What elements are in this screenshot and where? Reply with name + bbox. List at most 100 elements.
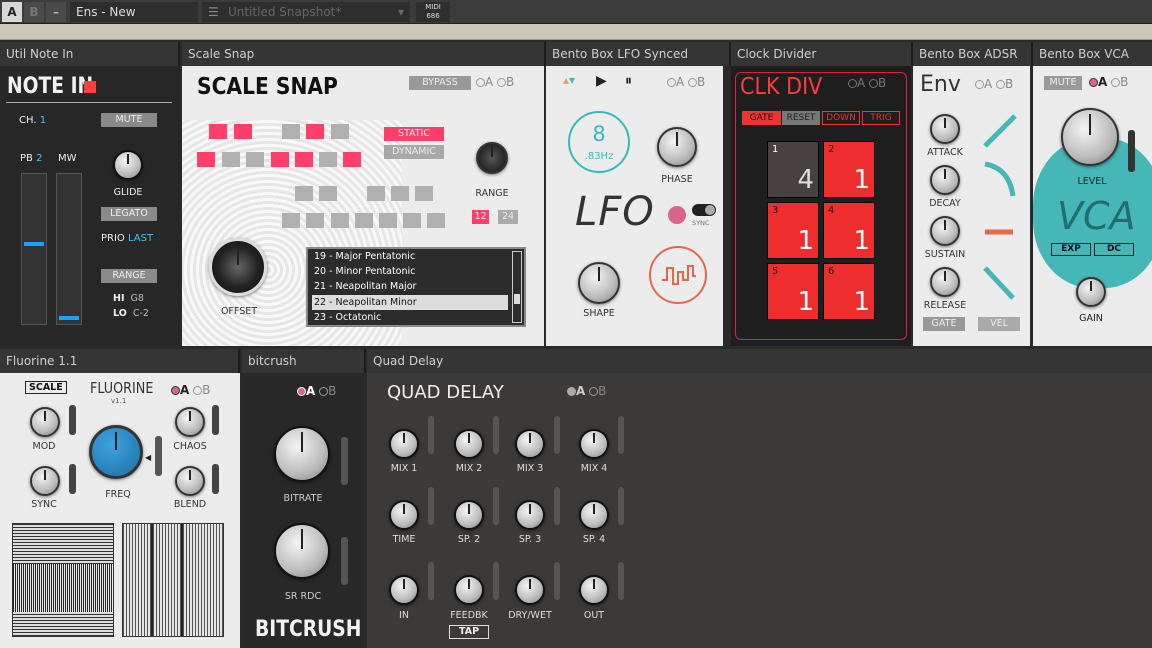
snapshot-a-button[interactable]: A bbox=[2, 2, 22, 22]
lo-field[interactable]: LO C-2 bbox=[113, 308, 149, 319]
scale-key[interactable] bbox=[355, 213, 373, 228]
list-item-selected[interactable]: 22 - Neapolitan Minor bbox=[312, 294, 508, 310]
list-item[interactable]: 20 - Minor Pentatonic bbox=[312, 264, 508, 279]
gate-button[interactable]: GATE bbox=[923, 317, 965, 331]
sync-toggle-thumb[interactable] bbox=[705, 205, 715, 215]
time-knob[interactable] bbox=[389, 500, 419, 530]
scale-key[interactable] bbox=[295, 186, 313, 201]
scale-key[interactable] bbox=[295, 152, 313, 167]
feedback-knob[interactable] bbox=[454, 575, 484, 605]
scale-key[interactable] bbox=[209, 124, 227, 139]
division-cell[interactable]: 31 bbox=[767, 202, 819, 259]
division-cell[interactable]: 14 bbox=[767, 141, 819, 198]
header-bitcrush[interactable]: bitcrush bbox=[242, 349, 366, 373]
scale-key[interactable] bbox=[222, 152, 240, 167]
scale-key[interactable] bbox=[306, 213, 324, 228]
sp-2-knob[interactable] bbox=[454, 500, 484, 530]
dry-wet-slider[interactable] bbox=[554, 562, 560, 600]
division-cell[interactable]: 41 bbox=[823, 202, 875, 259]
ab-switch[interactable]: A B bbox=[476, 75, 514, 89]
scale-key[interactable] bbox=[343, 152, 361, 167]
dynamic-button[interactable]: DYNAMIC bbox=[384, 145, 444, 159]
out-slider[interactable] bbox=[618, 562, 624, 600]
tap-button[interactable]: TAP bbox=[449, 625, 489, 639]
sr-rdc-slider[interactable] bbox=[341, 537, 348, 585]
header-scale-snap[interactable]: Scale Snap bbox=[182, 42, 546, 66]
vel-button[interactable]: VEL bbox=[978, 317, 1020, 331]
offset-knob[interactable] bbox=[209, 238, 267, 296]
sync-slider[interactable] bbox=[69, 464, 76, 494]
scale-key[interactable] bbox=[331, 124, 349, 139]
gate-button[interactable]: GATE bbox=[742, 111, 781, 125]
hi-field[interactable]: HI G8 bbox=[113, 293, 144, 304]
midi-indicator[interactable]: MIDI 686 bbox=[416, 2, 450, 22]
range-24-button[interactable]: 24 bbox=[498, 210, 518, 224]
rate-dial[interactable]: 8 .83Hz bbox=[568, 111, 630, 173]
sp-3-knob[interactable] bbox=[515, 500, 545, 530]
header-lfo[interactable]: Bento Box LFO Synced bbox=[546, 42, 731, 66]
sync-toggle[interactable] bbox=[692, 204, 716, 216]
ab-switch[interactable]: A B bbox=[848, 76, 886, 90]
bypass-button[interactable]: BYPASS bbox=[409, 76, 471, 90]
mod-knob[interactable] bbox=[30, 407, 60, 437]
direction-down-icon[interactable]: ▾ bbox=[569, 73, 575, 87]
down-button[interactable]: DOWN bbox=[822, 111, 860, 125]
release-knob[interactable] bbox=[930, 267, 960, 297]
mute-button[interactable]: MUTE bbox=[101, 113, 157, 127]
scale-key[interactable] bbox=[391, 186, 409, 201]
dry-wet-knob[interactable] bbox=[515, 575, 545, 605]
header-vca[interactable]: Bento Box VCA bbox=[1033, 42, 1152, 66]
bitrate-slider[interactable] bbox=[341, 437, 348, 485]
mod-wheel-slider[interactable] bbox=[56, 173, 82, 325]
scale-key[interactable] bbox=[306, 124, 324, 139]
ab-switch[interactable]: A B bbox=[171, 383, 210, 397]
mix-2-slider[interactable] bbox=[493, 416, 499, 454]
header-quad-delay[interactable]: Quad Delay bbox=[367, 349, 1152, 373]
ab-switch[interactable]: A B bbox=[667, 75, 705, 89]
scale-key[interactable] bbox=[427, 213, 445, 228]
header-fluorine[interactable]: Fluorine 1.1 bbox=[0, 349, 240, 373]
preset-name[interactable]: Ens - New bbox=[70, 2, 198, 22]
scale-key[interactable] bbox=[367, 186, 385, 201]
list-item[interactable]: 23 - Octatonic bbox=[312, 310, 508, 325]
ab-switch[interactable]: A B bbox=[297, 384, 336, 398]
scale-key[interactable] bbox=[379, 213, 397, 228]
mix-1-knob[interactable] bbox=[389, 429, 419, 459]
attack-knob[interactable] bbox=[930, 114, 960, 144]
range-12-button[interactable]: 12 bbox=[472, 210, 489, 224]
freq-slider[interactable] bbox=[155, 436, 162, 476]
mix-2-knob[interactable] bbox=[454, 429, 484, 459]
ab-switch[interactable]: A B bbox=[1089, 75, 1128, 89]
level-knob[interactable] bbox=[1061, 108, 1119, 166]
pitch-bend-slider[interactable] bbox=[21, 173, 47, 325]
chaos-knob[interactable] bbox=[175, 407, 205, 437]
phase-knob[interactable] bbox=[657, 127, 697, 167]
scale-button[interactable]: SCALE bbox=[25, 381, 67, 394]
pause-icon[interactable]: ⏸︎ bbox=[625, 73, 632, 89]
sp-4-slider[interactable] bbox=[618, 487, 624, 525]
dc-button[interactable]: DC bbox=[1094, 243, 1134, 256]
in-slider[interactable] bbox=[428, 562, 434, 600]
scale-key[interactable] bbox=[319, 152, 337, 167]
scale-key[interactable] bbox=[234, 124, 252, 139]
in-knob[interactable] bbox=[389, 575, 419, 605]
range-button[interactable]: RANGE bbox=[101, 269, 157, 283]
header-util-note-in[interactable]: Util Note In bbox=[0, 42, 180, 66]
scale-key[interactable] bbox=[319, 186, 337, 201]
freq-knob[interactable] bbox=[89, 425, 143, 479]
scale-key[interactable] bbox=[246, 152, 264, 167]
bitrate-knob[interactable] bbox=[274, 426, 330, 482]
header-clock-divider[interactable]: Clock Divider bbox=[731, 42, 913, 66]
scale-key[interactable] bbox=[282, 213, 300, 228]
priority-field[interactable]: PRIO LAST bbox=[101, 233, 153, 244]
time-slider[interactable] bbox=[428, 487, 434, 525]
division-cell[interactable]: 51 bbox=[767, 263, 819, 320]
play-icon[interactable]: ▶︎ bbox=[596, 73, 607, 89]
pb-range[interactable]: PB 2 bbox=[20, 153, 42, 164]
scale-key[interactable] bbox=[403, 213, 421, 228]
gain-knob[interactable] bbox=[1076, 277, 1106, 307]
division-cell[interactable]: 21 bbox=[823, 141, 875, 198]
scale-list[interactable]: 19 - Major Pentatonic 20 - Minor Pentato… bbox=[306, 247, 526, 327]
scale-key[interactable] bbox=[415, 186, 433, 201]
list-item[interactable]: 21 - Neapolitan Major bbox=[312, 279, 508, 294]
